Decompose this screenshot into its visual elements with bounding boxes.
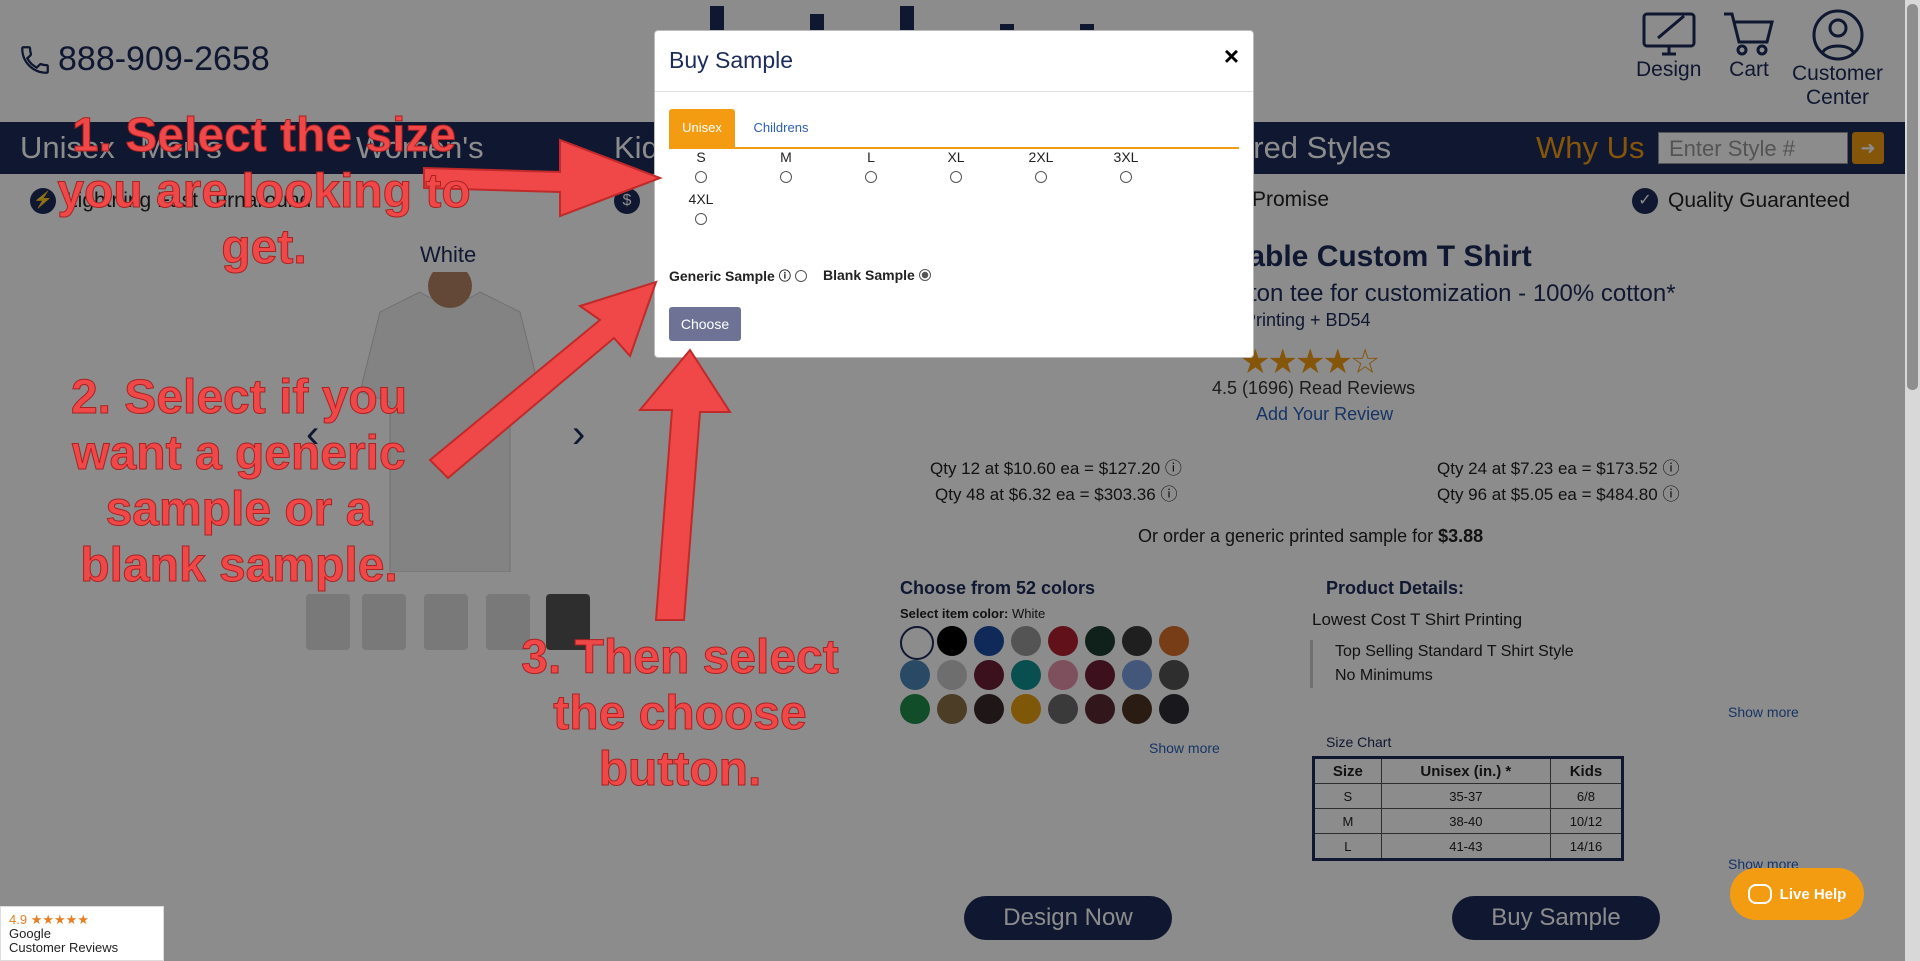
- annotation-step-1: 1. Select the size you are looking to ge…: [57, 109, 471, 275]
- annotation-step-3: 3. Then select the choose button.: [521, 631, 839, 797]
- annotation-step-2: 2. Select if you want a generic sample o…: [70, 371, 408, 593]
- arrow-to-sample-type: [428, 280, 658, 480]
- arrow-to-choose: [637, 348, 732, 621]
